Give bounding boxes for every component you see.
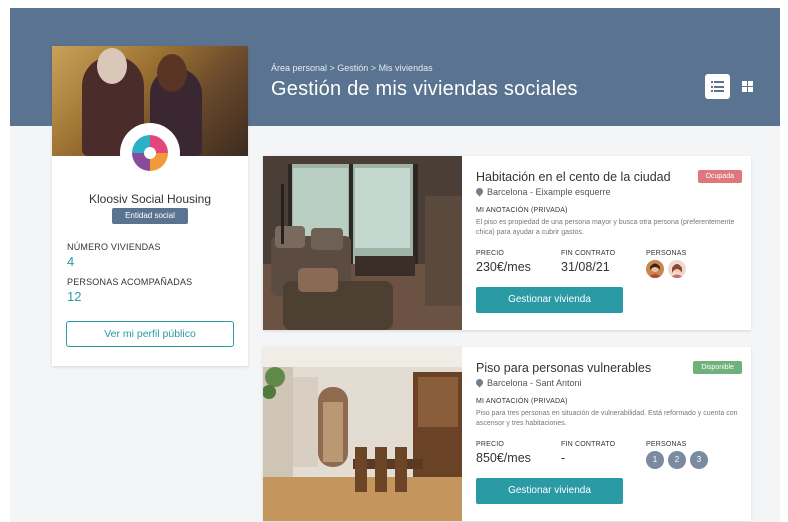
manage-listing-button[interactable]: Gestionar vivienda — [476, 478, 623, 504]
price-value: 230€/mes — [476, 260, 531, 274]
stat-label-people: PERSONAS ACOMPAÑADAS — [67, 277, 193, 287]
grid-view-icon — [742, 81, 753, 92]
people-avatars — [646, 260, 686, 278]
stat-value-housing: 4 — [67, 254, 75, 269]
listing-location: Barcelona - Eixample esquerre — [476, 187, 611, 197]
entity-type-badge: Entidad social — [112, 208, 188, 224]
price-label: PRECIO — [476, 250, 505, 257]
listing-location: Barcelona - Sant Antoni — [476, 378, 582, 388]
list-view-button[interactable] — [705, 74, 730, 99]
listing-card: Habitación en el cento de la ciudad Ocup… — [263, 156, 751, 330]
avatar[interactable] — [646, 260, 664, 278]
avatar[interactable] — [668, 260, 686, 278]
status-badge: Ocupada — [697, 170, 742, 183]
stat-label-housing: NÚMERO VIVIENDAS — [67, 242, 161, 252]
price-label: PRECIO — [476, 441, 505, 448]
person-slot[interactable]: 2 — [668, 451, 686, 469]
location-text: Barcelona - Eixample esquerre — [487, 187, 611, 197]
note-text: El piso es propiedad de una persona mayo… — [476, 219, 735, 236]
grid-view-button[interactable] — [735, 74, 760, 99]
contract-end-value: - — [561, 451, 566, 465]
status-badge: Disponible — [693, 361, 742, 374]
person-slot[interactable]: 3 — [690, 451, 708, 469]
note-text: Piso para tres personas en situación de … — [476, 410, 738, 427]
location-pin-icon — [476, 379, 483, 388]
location-pin-icon — [476, 188, 483, 197]
people-label: PERSONAS — [646, 441, 687, 448]
organization-logo — [122, 125, 178, 181]
view-public-profile-button[interactable]: Ver mi perfil público — [66, 321, 234, 347]
location-text: Barcelona - Sant Antoni — [487, 378, 582, 388]
people-label: PERSONAS — [646, 250, 687, 257]
listing-title[interactable]: Piso para personas vulnerables — [476, 361, 651, 375]
page-title: Gestión de mis viviendas sociales — [271, 78, 578, 100]
contract-end-label: FIN CONTRATO — [561, 250, 616, 257]
listing-photo — [263, 156, 462, 330]
profile-card: Kloosiv Social Housing Entidad social NÚ… — [52, 46, 248, 366]
listing-title[interactable]: Habitación en el cento de la ciudad — [476, 170, 671, 184]
breadcrumb[interactable]: Área personal > Gestión > Mis viviendas — [271, 63, 433, 73]
contract-end-value: 31/08/21 — [561, 260, 610, 274]
listing-photo — [263, 347, 462, 521]
stat-value-people: 12 — [67, 289, 82, 304]
people-slots: 1 2 3 — [646, 451, 708, 469]
note-label: MI ANOTACIÓN (PRIVADA) — [476, 207, 568, 214]
app-frame: Área personal > Gestión > Mis viviendas … — [10, 8, 780, 522]
price-value: 850€/mes — [476, 451, 531, 465]
listing-card: Piso para personas vulnerables Disponibl… — [263, 347, 751, 521]
list-view-icon — [711, 81, 724, 92]
note-label: MI ANOTACIÓN (PRIVADA) — [476, 398, 568, 405]
person-slot[interactable]: 1 — [646, 451, 664, 469]
contract-end-label: FIN CONTRATO — [561, 441, 616, 448]
organization-name: Kloosiv Social Housing — [88, 192, 212, 206]
manage-listing-button[interactable]: Gestionar vivienda — [476, 287, 623, 313]
